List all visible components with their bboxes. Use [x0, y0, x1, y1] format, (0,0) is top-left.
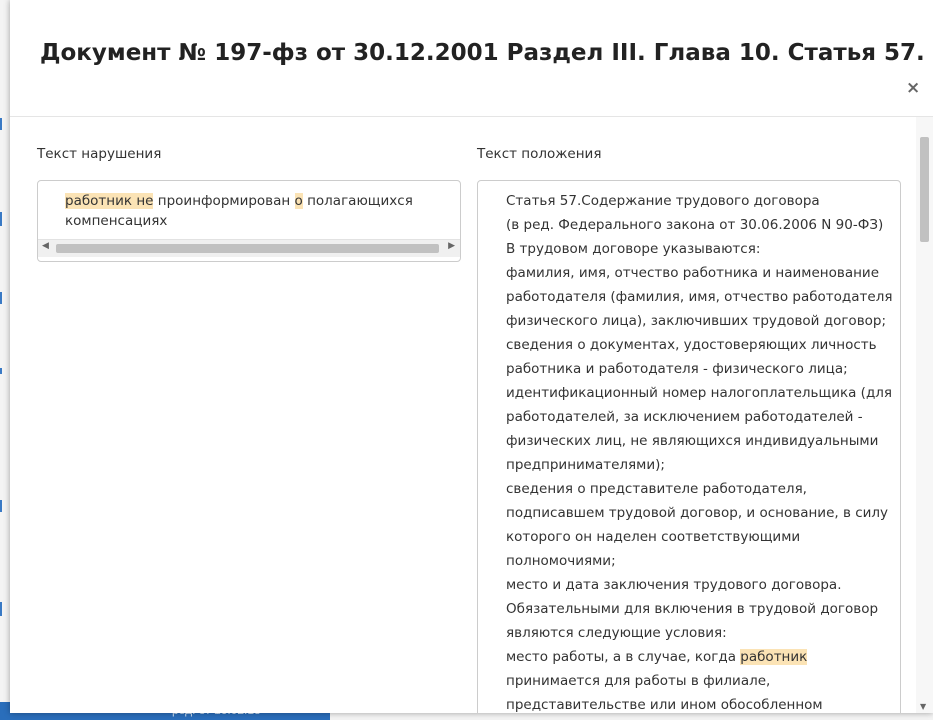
provision-line: Статья 57.Содержание трудового договора [506, 189, 900, 213]
provision-line: (в ред. Федерального закона от 30.06.200… [506, 213, 900, 237]
text-fragment: подписавшем трудовой договор, и основани… [506, 505, 889, 521]
text-fragment: работника и работодателя - физического л… [506, 361, 848, 377]
text-fragment: работодателя (фамилия, имя, отчество раб… [506, 289, 893, 305]
provision-line: место работы, а в случае, когда работник [506, 645, 900, 669]
text-fragment: идентификационный номер налогоплательщик… [506, 385, 893, 401]
provision-line: работника и работодателя - физического л… [506, 357, 900, 381]
vertical-scroll-thumb[interactable] [920, 137, 929, 242]
violation-text: работник не проинформирован о полагающих… [65, 191, 450, 231]
horizontal-scroll-thumb[interactable] [56, 244, 439, 253]
provision-line: предпринимателями); [506, 453, 900, 477]
violation-text-box[interactable]: работник не проинформирован о полагающих… [37, 180, 461, 262]
text-fragment: работодателей, за исключением работодате… [506, 409, 863, 425]
provision-line: представительстве или ином обособленном [506, 693, 900, 713]
text-fragment: которого он наделен соответствующими [506, 529, 801, 545]
scroll-left-arrow-icon[interactable]: ◀ [42, 241, 49, 251]
text-fragment: Обязательными для включения в трудовой д… [506, 601, 879, 617]
text-fragment: место и дата заключения трудового догово… [506, 577, 842, 593]
scroll-right-arrow-icon[interactable]: ▶ [448, 241, 455, 251]
provision-line: Обязательными для включения в трудовой д… [506, 597, 900, 621]
modal-title: Документ № 197-фз от 30.12.2001 Раздел I… [40, 40, 925, 66]
text-fragment: полномочиями; [506, 553, 616, 569]
provision-text: Статья 57.Содержание трудового договора (… [506, 189, 900, 713]
text-fragment: физического лица), заключивших трудовой … [506, 313, 887, 329]
provision-line: полномочиями; [506, 549, 900, 573]
provision-line: являются следующие условия: [506, 621, 900, 645]
modal-header: Документ № 197-фз от 30.12.2001 Раздел I… [10, 0, 933, 117]
text-fragment: полагающихся [302, 193, 413, 209]
provision-text-box[interactable]: Статья 57.Содержание трудового договора (… [477, 180, 901, 713]
provision-line: работодателей, за исключением работодате… [506, 405, 900, 429]
text-fragment: Статья 57.Содержание трудового договора [506, 193, 820, 209]
provision-line: фамилия, имя, отчество работника и наиме… [506, 261, 900, 285]
text-fragment: место работы, а в случае, когда [506, 649, 741, 665]
highlighted-fragment: работник [740, 649, 808, 665]
document-modal: Документ № 197-фз от 30.12.2001 Раздел I… [10, 0, 933, 713]
text-fragment: (в ред. Федерального закона от 30.06.200… [506, 217, 884, 233]
text-fragment: предпринимателями); [506, 457, 665, 473]
close-button[interactable]: × [906, 78, 920, 98]
provision-line: идентификационный номер налогоплательщик… [506, 381, 900, 405]
text-fragment: сведения о документах, удостоверяющих ли… [506, 337, 877, 353]
text-fragment: В трудовом договоре указываются: [506, 241, 761, 257]
text-fragment: представительстве или ином обособленном [506, 697, 823, 713]
provision-line: подписавшем трудовой договор, и основани… [506, 501, 900, 525]
text-fragment: компенсациях [65, 213, 168, 229]
provision-line: физических лиц, не являющихся индивидуал… [506, 429, 900, 453]
provision-line: физического лица), заключивших трудовой … [506, 309, 900, 333]
provision-line: принимается для работы в филиале, [506, 669, 900, 693]
provision-line: сведения о представителе работодателя, [506, 477, 900, 501]
provision-label: Текст положения [477, 146, 602, 162]
horizontal-scrollbar[interactable]: ◀ ▶ [38, 239, 460, 257]
provision-line: сведения о документах, удостоверяющих ли… [506, 333, 900, 357]
text-fragment: физических лиц, не являющихся индивидуал… [506, 433, 879, 449]
text-fragment: являются следующие условия: [506, 625, 727, 641]
provision-line: которого он наделен соответствующими [506, 525, 900, 549]
provision-line: В трудовом договоре указываются: [506, 237, 900, 261]
highlighted-fragment: о [294, 193, 303, 209]
modal-body: Текст нарушения Текст положения работник… [10, 117, 933, 713]
text-fragment: сведения о представителе работодателя, [506, 481, 807, 497]
text-fragment: принимается для работы в филиале, [506, 673, 771, 689]
highlighted-fragment: работник не [65, 193, 154, 209]
scroll-down-arrow-icon[interactable]: ▼ [920, 702, 926, 711]
text-fragment: проинформирован [153, 193, 295, 209]
provision-line: работодателя (фамилия, имя, отчество раб… [506, 285, 900, 309]
provision-line: место и дата заключения трудового догово… [506, 573, 900, 597]
violation-label: Текст нарушения [37, 146, 162, 162]
text-fragment: фамилия, имя, отчество работника и наиме… [506, 265, 879, 281]
modal-vertical-scrollbar[interactable]: ▼ [916, 117, 933, 713]
